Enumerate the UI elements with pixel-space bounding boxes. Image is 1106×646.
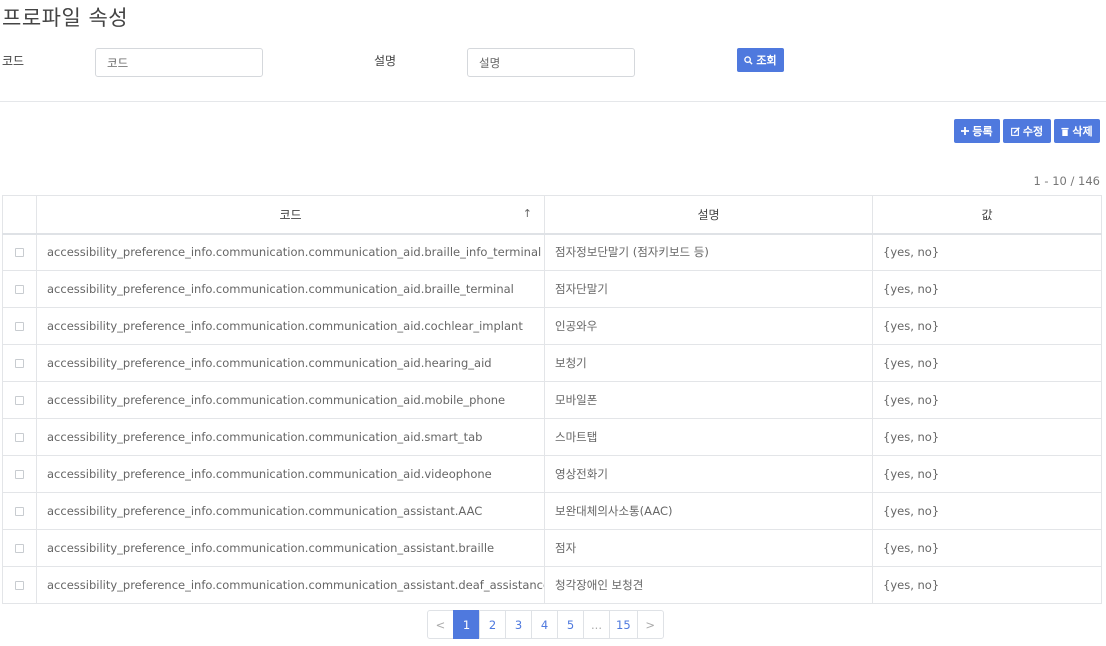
pagination: <1 2 3 4 5... 15 >: [427, 610, 664, 639]
description-cell: 보완대체의사소통(AAC): [544, 492, 873, 530]
register-button-label: 등록: [972, 125, 993, 138]
code-cell: accessibility_preference_info.communicat…: [36, 307, 545, 345]
code-cell: accessibility_preference_info.communicat…: [36, 529, 545, 567]
table-row[interactable]: accessibility_preference_info.communicat…: [2, 381, 1102, 419]
result-range: 1 - 10 / 146: [1033, 174, 1100, 188]
code-cell: accessibility_preference_info.communicat…: [36, 344, 545, 382]
register-button[interactable]: 등록: [954, 119, 1000, 143]
trash-icon: [1061, 127, 1069, 136]
value-cell: {yes, no}: [872, 344, 1102, 382]
code-search-input[interactable]: [95, 48, 263, 77]
description-cell: 인공와우: [544, 307, 873, 345]
delete-button-label: 삭제: [1072, 125, 1093, 138]
edit-icon: [1010, 126, 1020, 136]
value-cell: {yes, no}: [872, 270, 1102, 308]
table-row[interactable]: accessibility_preference_info.communicat…: [2, 492, 1102, 530]
row-checkbox[interactable]: [15, 544, 24, 553]
edit-button[interactable]: 수정: [1003, 119, 1051, 143]
table-row[interactable]: accessibility_preference_info.communicat…: [2, 455, 1102, 493]
value-cell: {yes, no}: [872, 418, 1102, 456]
delete-button[interactable]: 삭제: [1054, 119, 1100, 143]
table-row[interactable]: accessibility_preference_info.communicat…: [2, 529, 1102, 567]
description-label: 설명: [374, 54, 397, 68]
description-cell: 점자정보단말기 (점자키보드 등): [544, 233, 873, 271]
code-cell: accessibility_preference_info.communicat…: [36, 492, 545, 530]
profile-attribute-table: 코드 ↑ 설명 값 accessibility_preference_info.…: [2, 195, 1102, 604]
code-cell: accessibility_preference_info.communicat…: [36, 455, 545, 493]
description-cell: 스마트탭: [544, 418, 873, 456]
table-body: accessibility_preference_info.communicat…: [2, 233, 1102, 604]
table-row[interactable]: accessibility_preference_info.communicat…: [2, 233, 1102, 271]
code-column-header[interactable]: 코드 ↑: [36, 195, 545, 235]
description-cell: 점자단말기: [544, 270, 873, 308]
select-column-header: [2, 195, 37, 235]
value-cell: {yes, no}: [872, 566, 1102, 604]
row-checkbox[interactable]: [15, 359, 24, 368]
row-checkbox[interactable]: [15, 396, 24, 405]
row-checkbox[interactable]: [15, 470, 24, 479]
search-button-label: 조회: [756, 54, 777, 67]
value-cell: {yes, no}: [872, 529, 1102, 567]
sort-ascending-icon[interactable]: ↑: [523, 207, 532, 220]
table-row[interactable]: accessibility_preference_info.communicat…: [2, 418, 1102, 456]
row-checkbox[interactable]: [15, 322, 24, 331]
row-select-cell: [2, 344, 37, 382]
row-select-cell: [2, 455, 37, 493]
code-cell: accessibility_preference_info.communicat…: [36, 566, 545, 604]
description-cell: 청각장애인 보청견: [544, 566, 873, 604]
row-select-cell: [2, 270, 37, 308]
pagination-page-1[interactable]: 1: [453, 610, 480, 639]
value-cell: {yes, no}: [872, 381, 1102, 419]
edit-button-label: 수정: [1022, 125, 1044, 138]
row-select-cell: [2, 307, 37, 345]
row-checkbox[interactable]: [15, 507, 24, 516]
pagination-next-button[interactable]: >: [636, 610, 664, 639]
description-column-header[interactable]: 설명: [544, 195, 873, 235]
row-checkbox[interactable]: [15, 248, 24, 258]
code-cell: accessibility_preference_info.communicat…: [36, 381, 545, 419]
code-cell: accessibility_preference_info.communicat…: [36, 418, 545, 456]
pagination-page-3[interactable]: 3: [505, 610, 532, 639]
code-column-label: 코드: [279, 207, 302, 222]
plus-icon: [961, 127, 970, 135]
pagination-page-4[interactable]: 4: [531, 610, 558, 639]
row-checkbox[interactable]: [15, 285, 24, 294]
row-select-cell: [2, 492, 37, 530]
table-header-row: 코드 ↑ 설명 값: [2, 195, 1102, 235]
page-title: 프로파일 속성: [2, 6, 129, 30]
row-checkbox[interactable]: [15, 433, 24, 442]
value-cell: {yes, no}: [872, 307, 1102, 345]
pagination-page-15[interactable]: 15: [609, 610, 638, 639]
value-cell: {yes, no}: [872, 233, 1102, 271]
table-row[interactable]: accessibility_preference_info.communicat…: [2, 307, 1102, 345]
pagination-prev-button[interactable]: <: [427, 610, 454, 639]
row-select-cell: [2, 381, 37, 419]
value-column-header[interactable]: 값: [872, 195, 1102, 235]
table-row[interactable]: accessibility_preference_info.communicat…: [2, 566, 1102, 604]
row-checkbox[interactable]: [15, 581, 24, 590]
row-select-cell: [2, 418, 37, 456]
code-label: 코드: [2, 54, 25, 68]
description-search-input[interactable]: [467, 48, 635, 77]
value-cell: {yes, no}: [872, 455, 1102, 493]
row-select-cell: [2, 233, 37, 271]
row-select-cell: [2, 566, 37, 604]
value-cell: {yes, no}: [872, 492, 1102, 530]
pagination-ellipsis[interactable]: ...: [583, 610, 610, 639]
code-cell: accessibility_preference_info.communicat…: [36, 233, 545, 271]
code-cell: accessibility_preference_info.communicat…: [36, 270, 545, 308]
description-cell: 보청기: [544, 344, 873, 382]
pagination-page-5[interactable]: 5: [557, 610, 584, 639]
section-divider: [0, 101, 1106, 102]
pagination-page-2[interactable]: 2: [479, 610, 506, 639]
description-cell: 모바일폰: [544, 381, 873, 419]
search-icon: [744, 55, 753, 65]
description-cell: 영상전화기: [544, 455, 873, 493]
table-row[interactable]: accessibility_preference_info.communicat…: [2, 270, 1102, 308]
search-button[interactable]: 조회: [737, 48, 784, 72]
table-row[interactable]: accessibility_preference_info.communicat…: [2, 344, 1102, 382]
row-select-cell: [2, 529, 37, 567]
description-cell: 점자: [544, 529, 873, 567]
